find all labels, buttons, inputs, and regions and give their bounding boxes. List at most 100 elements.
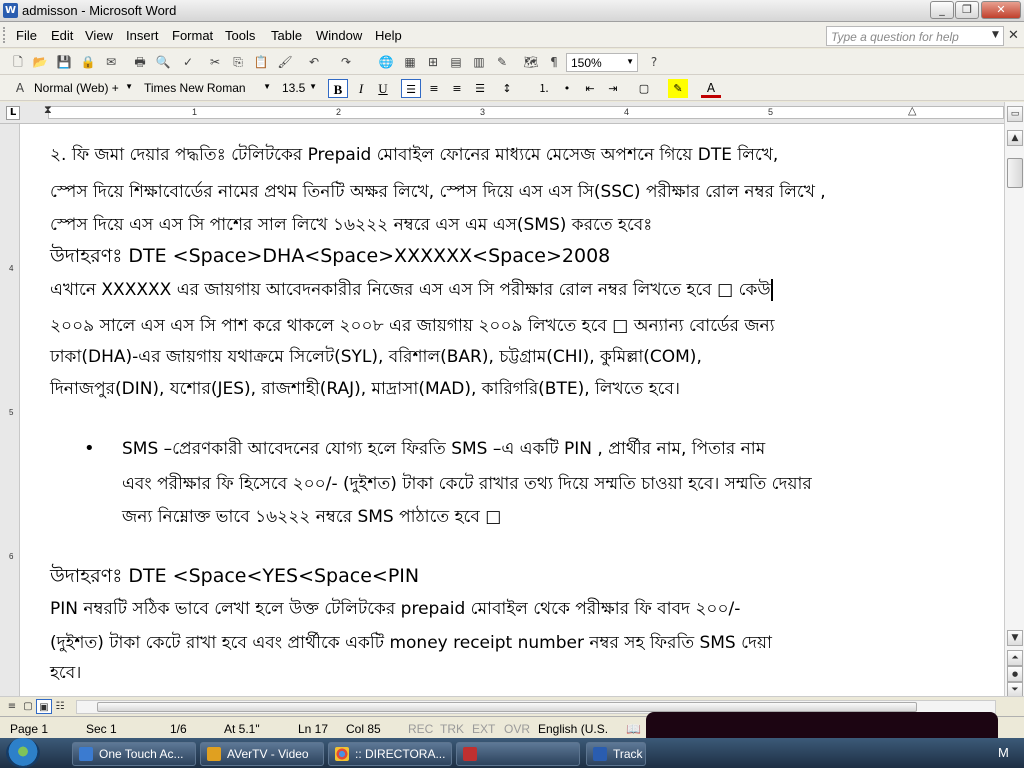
spelling-icon[interactable]: ✓ [180,54,196,70]
font-size-select[interactable]: 13.5 ▼ [278,79,320,98]
styles-icon[interactable]: A [12,80,28,96]
taskbar-item-label: :: DIRECTORA... [355,747,446,761]
scroll-up-icon[interactable]: ▲ [1007,130,1023,146]
taskbar-item[interactable]: Track [586,742,646,766]
highlight-icon[interactable]: ✎ [668,79,688,98]
bold-button[interactable]: B [328,79,348,98]
align-right-icon[interactable]: ≡ [447,79,467,98]
select-browse-object-icon[interactable]: ● [1007,666,1023,682]
right-indent-marker-icon[interactable]: △ [908,104,916,117]
font-value: Times New Roman [144,81,246,95]
insert-excel-icon[interactable]: ▤ [448,54,464,70]
close-button[interactable]: ✕ [981,1,1021,19]
ruler-mark: 5 [768,107,774,117]
ruler-mark: 3 [480,107,486,117]
style-select[interactable]: Normal (Web) + ▼ [30,79,136,98]
ruler-toggle-icon[interactable]: ▭ [1007,106,1023,122]
chevron-down-icon: ▼ [125,82,133,91]
word-icon [593,747,607,761]
scroll-thumb[interactable] [1007,158,1023,188]
taskbar-item[interactable] [456,742,580,766]
status-ext[interactable]: EXT [472,722,495,736]
normal-view-icon[interactable]: ≡ [4,699,20,714]
print-layout-icon[interactable]: ▣ [36,699,52,714]
font-size-value: 13.5 [282,81,306,95]
menu-format[interactable]: Format [172,28,213,43]
decrease-indent-icon[interactable]: ⇤ [580,79,600,98]
show-hide-icon[interactable]: ¶ [546,54,562,70]
line-spacing-icon[interactable]: ↕ [497,79,517,98]
status-rec[interactable]: REC [408,722,433,736]
save-icon[interactable]: 💾 [56,54,72,70]
horizontal-scroll-thumb[interactable] [97,702,917,712]
hyperlink-icon[interactable]: 🌐 [378,54,394,70]
status-page-count: 1/6 [170,722,187,736]
previous-page-icon[interactable]: ⏶ [1007,650,1023,666]
menu-view[interactable]: View [85,28,113,43]
underline-button[interactable]: U [373,79,393,98]
minimize-button[interactable]: _ [930,1,954,19]
help-icon[interactable]: ? [646,54,662,70]
columns-icon[interactable]: ▥ [471,54,487,70]
font-select[interactable]: Times New Roman ▼ [140,79,274,98]
doc-line: জন্য নিম্নোক্ত ভাবে ১৬২২২ নম্বরে SMS পাঠ… [122,507,502,527]
border-icon[interactable]: ▢ [634,79,654,98]
menu-edit[interactable]: Edit [51,28,73,43]
align-left-icon[interactable]: ☰ [401,79,421,98]
document-page[interactable]: ২. ফি জমা দেয়ার পদ্ধতিঃ টেলিটকের Prepai… [20,124,1004,696]
align-center-icon[interactable]: ≡ [424,79,444,98]
permission-icon[interactable]: 🔒 [80,54,96,70]
document-map-icon[interactable]: 🗺 [523,54,539,70]
drawing-icon[interactable]: ✎ [494,54,510,70]
menu-insert[interactable]: Insert [126,28,159,43]
email-icon[interactable]: ✉ [103,54,119,70]
cut-icon[interactable]: ✂ [207,54,223,70]
tab-selector[interactable]: L [6,106,20,120]
numbering-icon[interactable]: ⒈ [534,79,554,98]
status-ovr[interactable]: OVR [504,722,530,736]
restore-button[interactable]: ❐ [955,1,979,19]
doc-line: হবে। [50,663,82,683]
vertical-scrollbar[interactable]: ▭ ▲ ▼ ⏶ ● ⏷ [1004,102,1024,698]
spelling-status-icon[interactable]: 📖 [626,722,641,736]
start-button[interactable] [6,738,40,768]
close-document-icon[interactable]: ✕ [1008,28,1019,43]
font-color-icon[interactable]: A [701,79,721,98]
outline-view-icon[interactable]: ☷ [52,699,68,714]
help-search-input[interactable]: Type a question for help [826,26,1004,46]
indent-marker-icon[interactable]: ⧗ [44,104,52,117]
new-document-icon[interactable]: 🗋 [10,54,26,70]
doc-line: দিনাজপুর(DIN), যশোর(JES), রাজশাহী(RAJ), … [50,379,681,399]
italic-button[interactable]: I [351,79,371,98]
open-folder-icon[interactable]: 📂 [32,54,48,70]
taskbar-item[interactable]: AVerTV - Video [200,742,324,766]
scroll-down-icon[interactable]: ▼ [1007,630,1023,646]
chevron-down-icon[interactable]: ▼ [992,30,999,40]
menu-file[interactable]: File [16,28,37,43]
copy-icon[interactable]: ⎘ [230,54,246,70]
menu-tools[interactable]: Tools [225,28,255,43]
justify-icon[interactable]: ☰ [470,79,490,98]
taskbar-item[interactable]: One Touch Ac... [72,742,196,766]
redo-icon[interactable]: ↷ [338,54,354,70]
status-trk[interactable]: TRK [440,722,464,736]
menu-table[interactable]: Table [271,28,302,43]
doc-line: এবং পরীক্ষার ফি হিসেবে ২০০/- (দুইশত) টাক… [122,474,812,494]
print-icon[interactable]: 🖶 [132,54,148,70]
increase-indent-icon[interactable]: ⇥ [603,79,623,98]
web-layout-icon[interactable]: ▢ [20,699,36,714]
undo-icon[interactable]: ↶ [306,54,322,70]
zoom-select[interactable]: 150% ▼ [566,53,638,72]
zoom-value: 150% [571,56,602,70]
formatting-toolbar: A Normal (Web) + ▼ Times New Roman ▼ 13.5 ▼… [0,75,1024,101]
insert-table-icon[interactable]: ⊞ [425,54,441,70]
taskbar-item[interactable]: :: DIRECTORA... [328,742,452,766]
menu-window[interactable]: Window [316,28,362,43]
word-icon[interactable]: W [3,3,18,18]
format-painter-icon[interactable]: 🖌 [277,54,293,70]
bullets-icon[interactable]: • [557,79,577,98]
tables-borders-icon[interactable]: ▦ [402,54,418,70]
menu-help[interactable]: Help [375,28,402,43]
print-preview-icon[interactable]: 🔍 [155,54,171,70]
paste-icon[interactable]: 📋 [253,54,269,70]
